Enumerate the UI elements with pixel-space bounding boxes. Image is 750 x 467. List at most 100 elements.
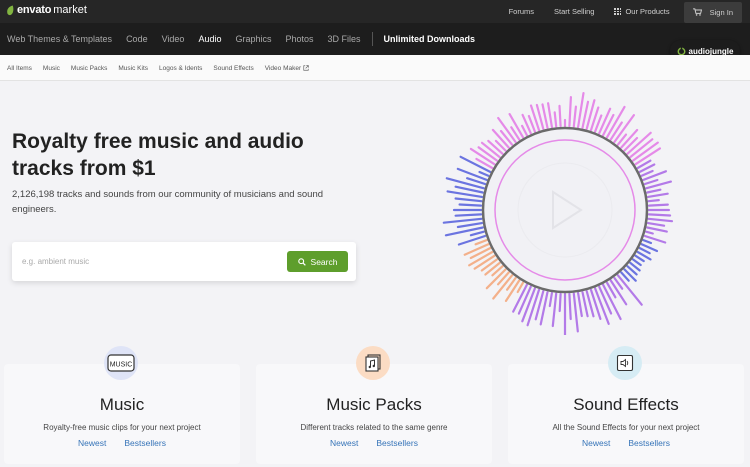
waveform-bar [609, 121, 623, 141]
waveform-bar [454, 197, 483, 203]
our-products-label: Our Products [625, 7, 670, 16]
waveform-bar [634, 254, 645, 263]
waveform-bar [646, 222, 666, 227]
waveform-bar [469, 230, 486, 237]
waveform-bar [577, 291, 583, 318]
sign-in-button[interactable]: Sign In [683, 1, 742, 23]
waveform-bar [458, 203, 483, 207]
waveform-bar [480, 258, 499, 272]
waveform-bar [646, 188, 662, 194]
waveform-bar [572, 292, 579, 333]
sub-nav: All Items Music Music Packs Music Kits L… [0, 55, 750, 81]
hero-title: Royalty free music and audio tracks from… [12, 130, 304, 180]
subnav-music-kits[interactable]: Music Kits [118, 65, 148, 72]
nav-graphics[interactable]: Graphics [228, 23, 278, 55]
waveform-bar [643, 178, 659, 186]
sign-in-label: Sign In [709, 7, 733, 17]
waveform-bar [647, 213, 672, 217]
waveform-bar [553, 111, 558, 128]
nav-web-themes[interactable]: Web Themes & Templates [0, 23, 119, 55]
player-disc [481, 126, 649, 294]
nav-audio[interactable]: Audio [191, 23, 228, 55]
sound-effects-newest-link[interactable]: Newest [582, 438, 610, 448]
music-tag-icon: MUSIC [104, 346, 138, 380]
hero-subtitle: 2,126,198 tracks and sounds from our com… [12, 189, 324, 215]
subnav-logos-idents[interactable]: Logos & Idents [159, 65, 202, 72]
nav-photos[interactable]: Photos [278, 23, 320, 55]
subnav-sound-effects[interactable]: Sound Effects [213, 65, 253, 72]
start-selling-link[interactable]: Start Selling [544, 0, 604, 23]
music-newest-link[interactable]: Newest [78, 438, 106, 448]
subnav-music[interactable]: Music [43, 65, 60, 72]
waveform-bar [568, 96, 572, 128]
subnav-all-items[interactable]: All Items [7, 65, 32, 72]
card-title: Music [99, 395, 145, 414]
main-nav: Web Themes & Templates Code Video Audio … [0, 23, 750, 55]
waveform-bar [484, 261, 501, 276]
waveform-bar [638, 247, 651, 255]
nav-video[interactable]: Video [155, 23, 192, 55]
search-button[interactable]: Search [287, 251, 348, 272]
waveform-bar [572, 105, 577, 128]
logo-sub: market [53, 4, 87, 16]
card-title: Music Packs [326, 395, 422, 414]
waveform-bar [623, 136, 639, 152]
waveform-bar [442, 217, 483, 224]
nav-3d-files[interactable]: 3D Files [321, 23, 368, 55]
waveform-bar [558, 292, 562, 313]
waveform-bar [647, 217, 674, 223]
waveform-bar [642, 239, 653, 245]
card-description: Royalty-free music clips for your next p… [43, 423, 201, 432]
waveform-bar [474, 239, 488, 246]
waveform-bar [616, 274, 643, 306]
cart-icon [692, 8, 702, 16]
music-tag-text: MUSIC [110, 362, 133, 369]
search-button-label: Search [310, 256, 338, 267]
grid-icon [614, 8, 622, 15]
waveform-bar [445, 177, 486, 190]
search-input[interactable] [22, 254, 272, 269]
waveform-bar [487, 139, 504, 155]
waveform-bar [646, 192, 669, 199]
top-links: Forums Start Selling Our Products Sign I… [499, 0, 750, 23]
envato-logo[interactable]: envato market [6, 2, 87, 18]
waveform-bar [602, 113, 615, 137]
top-bar: envato market Forums Start Selling Our P… [0, 0, 750, 23]
card-title: Sound Effects [573, 395, 679, 414]
waveform-bar [546, 102, 554, 129]
waveform-bar [646, 226, 668, 233]
subnav-video-maker[interactable]: Video Maker [265, 65, 309, 72]
nav-divider [371, 32, 373, 46]
sound-effects-bestsellers-link[interactable]: Bestsellers [628, 438, 670, 448]
forums-link[interactable]: Forums [499, 0, 544, 23]
nav-code[interactable]: Code [119, 23, 155, 55]
waveform-bar [456, 167, 488, 182]
waveform-bar [631, 258, 642, 267]
music-packs-bestsellers-link[interactable]: Bestsellers [376, 438, 418, 448]
waveform-bar [541, 103, 549, 129]
waveform-bar [647, 198, 660, 203]
music-bestsellers-link[interactable]: Bestsellers [124, 438, 166, 448]
waveform-bar [568, 292, 572, 321]
card-description: All the Sound Effects for your next proj… [552, 423, 700, 432]
music-packs-newest-link[interactable]: Newest [330, 438, 358, 448]
nav-unlimited-downloads[interactable]: Unlimited Downloads [377, 23, 483, 55]
search-icon [297, 257, 306, 266]
logo-brand: envato [17, 4, 52, 16]
audio-waveform-graphic [442, 92, 674, 335]
waveform-bar [645, 230, 654, 235]
waveform-bar [520, 124, 529, 137]
waveform-bar [647, 203, 669, 207]
leaf-icon [7, 5, 14, 15]
card-description: Different tracks related to the same gen… [300, 423, 448, 432]
waveform-bar [548, 291, 554, 308]
external-link-icon [303, 65, 309, 71]
waveform-bar [463, 243, 490, 256]
our-products-link[interactable]: Our Products [604, 0, 679, 23]
waveform-bar [551, 292, 558, 328]
subnav-music-packs[interactable]: Music Packs [71, 65, 107, 72]
waveform-bar [456, 222, 484, 229]
speaker-icon [608, 346, 642, 380]
waveform-bar [640, 169, 654, 177]
waveform-bar [478, 170, 490, 177]
